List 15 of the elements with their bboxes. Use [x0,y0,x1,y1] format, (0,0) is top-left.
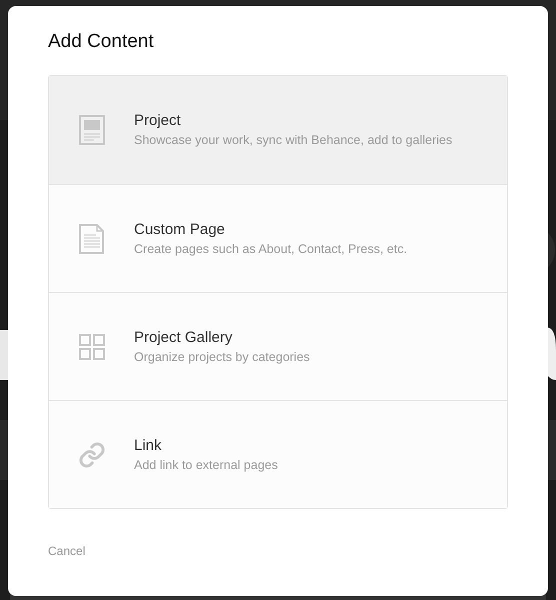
option-title: Link [134,436,163,456]
content-option[interactable]: Link Add link to external pages [49,400,507,508]
option-description: Organize projects by categories [134,348,310,366]
document-icon [78,115,104,145]
link-icon [78,440,106,468]
content-option[interactable]: Project Showcase your work, sync with Behance, add to galleries [49,76,507,184]
option-title: Project Gallery [134,328,234,348]
option-description: Showcase your work, sync with Behance, add to galleries [134,132,452,149]
option-title: Custom Page [134,220,226,240]
option-description: Add link to external pages [134,456,278,474]
grid-icon [78,334,104,360]
page-icon [78,224,104,254]
dialog-title: Add Content [48,30,155,54]
option-description: Create pages such as About, Contact, Press, etc. [134,240,408,258]
option-title: Project [134,111,182,131]
